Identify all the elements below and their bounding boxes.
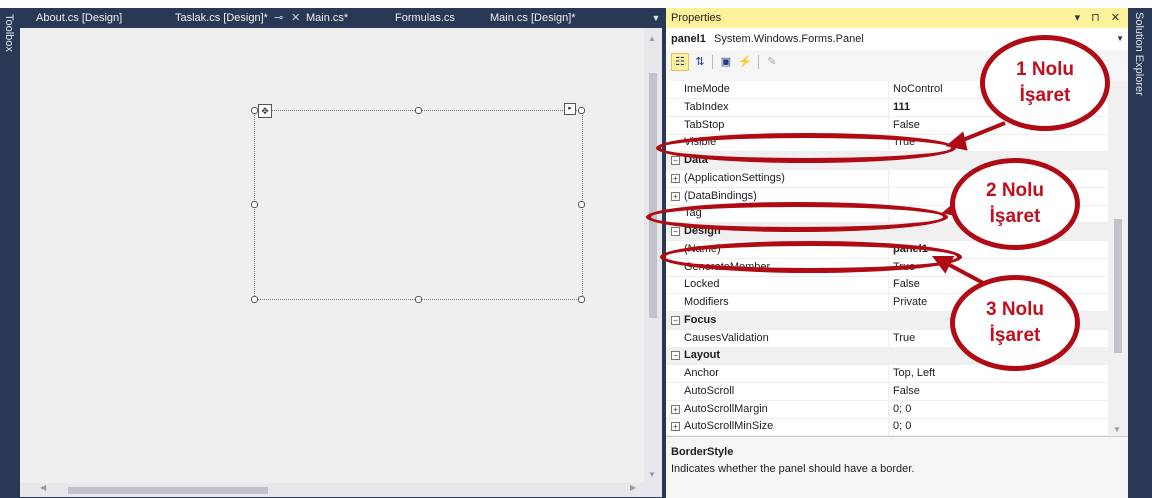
highlight-visible-row bbox=[656, 133, 956, 163]
annotation-bubble-1: 1 Nolu İşaret bbox=[980, 35, 1110, 131]
annotation-text: İşaret bbox=[989, 325, 1041, 346]
annotation-text: 1 Nolu bbox=[1015, 59, 1075, 80]
annotation-text: 2 Nolu bbox=[985, 180, 1045, 201]
highlight-tag-row bbox=[646, 202, 948, 232]
annotation-text: İşaret bbox=[989, 206, 1041, 227]
annotation-arrows bbox=[932, 121, 1006, 294]
highlight-name-row bbox=[660, 241, 962, 273]
annotation-text: İşaret bbox=[1019, 85, 1071, 106]
annotation-bubble-2: 2 Nolu İşaret bbox=[950, 158, 1080, 250]
annotation-bubble-3: 3 Nolu İşaret bbox=[950, 275, 1080, 371]
arrow-1 bbox=[957, 121, 1006, 144]
annotation-text: 3 Nolu bbox=[985, 299, 1045, 320]
